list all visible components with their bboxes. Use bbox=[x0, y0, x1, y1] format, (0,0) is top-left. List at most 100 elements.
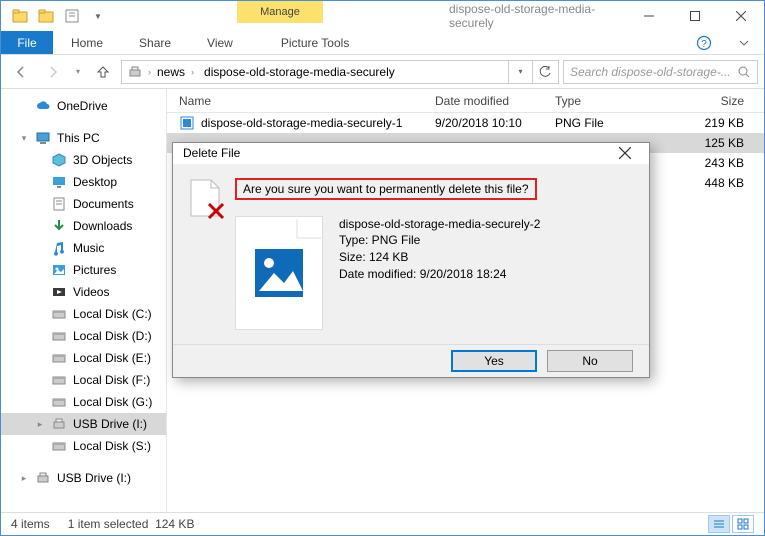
pic-icon bbox=[51, 262, 67, 278]
cloud-icon bbox=[35, 98, 51, 114]
nav-item[interactable]: Local Disk (G:) bbox=[1, 391, 166, 413]
file-size: 125 KB bbox=[661, 136, 764, 150]
dialog-titlebar[interactable]: Delete File bbox=[173, 143, 649, 164]
chevron-right-icon[interactable]: › bbox=[191, 67, 194, 77]
breadcrumb-segment[interactable]: dispose-old-storage-media-securely bbox=[200, 65, 399, 79]
column-date[interactable]: Date modified bbox=[423, 94, 543, 108]
ribbon-collapse-button[interactable] bbox=[724, 31, 764, 54]
nav-item[interactable]: ▾ This PC bbox=[1, 127, 166, 149]
no-button[interactable]: No bbox=[547, 350, 633, 372]
file-name: dispose-old-storage-media-securely-1 bbox=[201, 116, 402, 130]
nav-item[interactable]: Local Disk (C:) bbox=[1, 303, 166, 325]
contextual-tab-group: Manage bbox=[237, 1, 323, 23]
dialog-buttons: Yes No bbox=[173, 344, 649, 377]
video-icon bbox=[51, 284, 67, 300]
down-icon bbox=[51, 218, 67, 234]
music-icon bbox=[51, 240, 67, 256]
column-size[interactable]: Size bbox=[661, 94, 764, 108]
history-dropdown[interactable]: ▾ bbox=[508, 61, 532, 83]
recent-dropdown[interactable]: ▾ bbox=[71, 59, 85, 85]
nav-item[interactable]: Downloads bbox=[1, 215, 166, 237]
file-tab[interactable]: File bbox=[1, 31, 53, 54]
nav-label: Videos bbox=[73, 285, 109, 299]
tab-share[interactable]: Share bbox=[121, 31, 189, 54]
close-button[interactable] bbox=[718, 1, 764, 31]
file-thumbnail bbox=[235, 216, 323, 330]
breadcrumb[interactable]: › news › dispose-old-storage-media-secure… bbox=[121, 60, 559, 84]
navigation-pane[interactable]: OneDrive ▾ This PC 3D Objects DesktopDocumen… bbox=[1, 89, 167, 512]
nav-item[interactable]: Local Disk (F:) bbox=[1, 369, 166, 391]
png-file-icon bbox=[179, 115, 195, 131]
column-type[interactable]: Type bbox=[543, 94, 661, 108]
qat-dropdown-icon[interactable]: ▼ bbox=[87, 5, 109, 27]
disk-icon bbox=[51, 394, 67, 410]
expand-icon[interactable]: ▾ bbox=[19, 133, 29, 144]
status-size: 124 KB bbox=[155, 517, 194, 531]
properties-icon[interactable] bbox=[61, 5, 83, 27]
file-size: 448 KB bbox=[661, 176, 764, 190]
view-switcher bbox=[708, 515, 754, 533]
file-size: 219 KB bbox=[661, 116, 764, 130]
delete-file-dialog: Delete File Are you sure you want to per… bbox=[172, 142, 650, 378]
window-title: dispose-old-storage-media-securely bbox=[449, 2, 626, 30]
nav-item[interactable]: 3D Objects bbox=[1, 149, 166, 171]
nav-label: OneDrive bbox=[57, 99, 108, 113]
nav-label: Local Disk (D:) bbox=[73, 329, 152, 343]
column-headers: Name Date modified Type Size bbox=[167, 89, 764, 113]
disk-icon bbox=[51, 438, 67, 454]
column-name[interactable]: Name bbox=[167, 94, 423, 108]
minimize-button[interactable] bbox=[626, 1, 672, 31]
nav-item[interactable]: Local Disk (D:) bbox=[1, 325, 166, 347]
details-view-button[interactable] bbox=[708, 515, 730, 533]
nav-item[interactable]: ▸USB Drive (I:) bbox=[1, 413, 166, 435]
usb-icon bbox=[51, 416, 67, 432]
file-row[interactable]: dispose-old-storage-media-securely-19/20… bbox=[167, 113, 764, 133]
help-icon[interactable]: ? bbox=[684, 31, 724, 54]
back-button[interactable] bbox=[7, 59, 35, 85]
nav-item[interactable]: Videos bbox=[1, 281, 166, 303]
search-icon bbox=[737, 65, 751, 79]
chevron-right-icon[interactable]: › bbox=[148, 67, 151, 77]
expand-icon[interactable]: ▸ bbox=[35, 419, 45, 430]
titlebar: ▼ Manage dispose-old-storage-media-secur… bbox=[1, 1, 764, 31]
nav-label: Downloads bbox=[73, 219, 132, 233]
file-type: PNG File bbox=[543, 116, 661, 130]
nav-label: Local Disk (F:) bbox=[73, 373, 150, 387]
nav-item[interactable]: Documents bbox=[1, 193, 166, 215]
maximize-button[interactable] bbox=[672, 1, 718, 31]
forward-button[interactable] bbox=[39, 59, 67, 85]
expand-icon[interactable]: ▸ bbox=[19, 473, 29, 484]
file-date: Date modified: 9/20/2018 18:24 bbox=[339, 266, 540, 283]
nav-label: 3D Objects bbox=[73, 153, 132, 167]
file-name: dispose-old-storage-media-securely-2 bbox=[339, 216, 540, 233]
nav-item[interactable]: ▸ USB Drive (I:) bbox=[1, 467, 166, 489]
breadcrumb-label: news bbox=[157, 65, 185, 79]
file-size: 243 KB bbox=[661, 156, 764, 170]
tab-home[interactable]: Home bbox=[53, 31, 121, 54]
dialog-close-button[interactable] bbox=[611, 145, 639, 161]
tab-view[interactable]: View bbox=[189, 31, 251, 54]
disk-icon bbox=[51, 306, 67, 322]
nav-label: USB Drive (I:) bbox=[57, 471, 131, 485]
nav-label: This PC bbox=[57, 131, 100, 145]
nav-item[interactable]: Local Disk (S:) bbox=[1, 435, 166, 457]
nav-item[interactable]: Desktop bbox=[1, 171, 166, 193]
nav-label: Music bbox=[73, 241, 104, 255]
nav-item[interactable]: Local Disk (E:) bbox=[1, 347, 166, 369]
dialog-message: Are you sure you want to permanently del… bbox=[235, 178, 537, 200]
up-button[interactable] bbox=[89, 59, 117, 85]
folder-icon bbox=[35, 5, 57, 27]
yes-button[interactable]: Yes bbox=[451, 350, 537, 372]
search-input[interactable]: Search dispose-old-storage-... bbox=[563, 60, 758, 84]
breadcrumb-segment[interactable]: news › bbox=[153, 65, 198, 79]
tab-picture-tools[interactable]: Picture Tools bbox=[263, 31, 367, 54]
thumbnails-view-button[interactable] bbox=[732, 515, 754, 533]
status-bar: 4 items 1 item selected 124 KB bbox=[1, 512, 764, 535]
nav-label: Local Disk (S:) bbox=[73, 439, 151, 453]
nav-item[interactable]: OneDrive bbox=[1, 95, 166, 117]
dialog-body: Are you sure you want to permanently del… bbox=[173, 164, 649, 344]
nav-item[interactable]: Music bbox=[1, 237, 166, 259]
status-selection: 1 item selected bbox=[68, 517, 149, 531]
nav-item[interactable]: Pictures bbox=[1, 259, 166, 281]
refresh-button[interactable] bbox=[532, 61, 556, 83]
